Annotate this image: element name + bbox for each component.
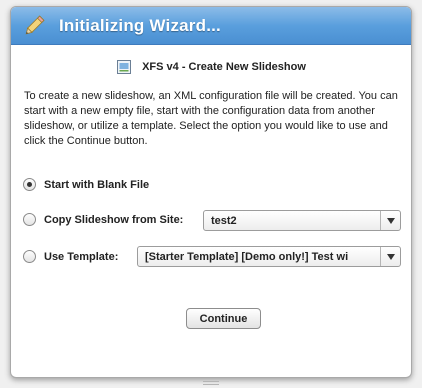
chevron-down-icon[interactable] — [380, 211, 400, 230]
use-template-label[interactable]: Use Template: — [44, 251, 118, 263]
heading-text: XFS v4 - Create New Slideshow — [142, 61, 306, 73]
option-use-template[interactable]: Use Template: — [23, 250, 118, 263]
option-blank-file[interactable]: Start with Blank File — [23, 178, 149, 191]
document-icon — [116, 59, 132, 75]
template-select[interactable]: [Starter Template] [Demo only!] Test wi — [137, 246, 401, 267]
blank-file-label[interactable]: Start with Blank File — [44, 179, 149, 191]
option-copy-slideshow[interactable]: Copy Slideshow from Site: — [23, 213, 183, 226]
title-bar[interactable]: Initializing Wizard... — [11, 7, 411, 45]
use-template-radio[interactable] — [23, 250, 36, 263]
dialog-heading: XFS v4 - Create New Slideshow — [11, 59, 411, 75]
description-text: To create a new slideshow, an XML config… — [24, 90, 398, 147]
copy-slideshow-radio[interactable] — [23, 213, 36, 226]
window-title: Initializing Wizard... — [59, 15, 221, 35]
copy-slideshow-label[interactable]: Copy Slideshow from Site: — [44, 214, 183, 226]
chevron-down-icon[interactable] — [380, 247, 400, 266]
site-select[interactable]: test2 — [203, 210, 401, 231]
continue-button[interactable]: Continue — [186, 308, 261, 329]
blank-file-radio[interactable] — [23, 178, 36, 191]
site-select-value: test2 — [211, 214, 237, 227]
wizard-dialog: Initializing Wizard... XFS v4 - Create N… — [10, 6, 412, 378]
resize-grip[interactable] — [203, 381, 219, 387]
pencil-icon — [21, 13, 47, 39]
template-select-value: [Starter Template] [Demo only!] Test wi — [145, 250, 349, 263]
